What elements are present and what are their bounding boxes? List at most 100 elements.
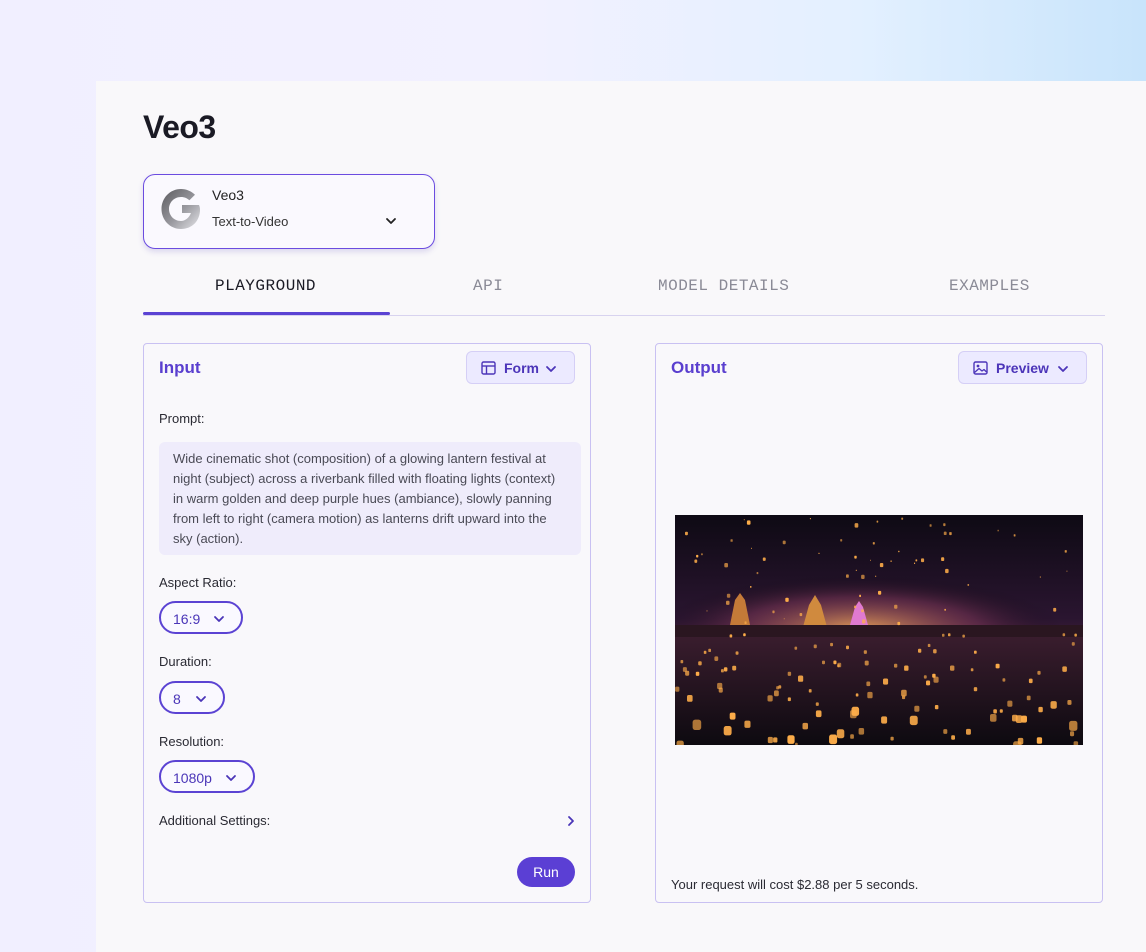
lantern (934, 705, 939, 710)
lantern (767, 695, 773, 702)
lantern (1070, 731, 1075, 737)
lantern (855, 569, 857, 571)
model-type: Text-to-Video (212, 214, 289, 229)
lantern (949, 532, 952, 536)
lantern (855, 693, 859, 697)
chevron-down-icon (196, 696, 206, 702)
lantern (714, 656, 719, 661)
lantern (723, 667, 728, 672)
lantern (923, 675, 927, 679)
lantern (730, 539, 733, 542)
output-video-preview[interactable] (675, 515, 1083, 745)
lantern (783, 618, 785, 620)
lantern (846, 645, 849, 650)
lantern (854, 555, 857, 559)
lantern (894, 663, 898, 668)
lantern (744, 621, 747, 624)
aspect-ratio-value: 16:9 (173, 611, 201, 627)
lantern (698, 661, 702, 666)
lantern (999, 709, 1003, 713)
resolution-select[interactable]: 1080p (159, 760, 255, 793)
lantern (854, 605, 857, 609)
preview-mode-label: Preview (996, 360, 1049, 376)
lantern (875, 575, 877, 577)
lantern (950, 665, 955, 671)
model-selector[interactable]: Veo3 Text-to-Video (143, 174, 435, 249)
lantern (872, 542, 875, 545)
lantern (861, 574, 865, 579)
lantern (694, 559, 698, 563)
lantern (1066, 570, 1068, 572)
table-icon (481, 361, 496, 375)
lantern (933, 649, 937, 654)
lantern (914, 562, 916, 564)
lantern (829, 734, 838, 745)
lantern (926, 680, 931, 686)
lantern (762, 557, 766, 561)
aspect-ratio-label: Aspect Ratio: (159, 575, 237, 590)
input-panel: Input Form Prompt: Wide cinematic shot (… (143, 343, 591, 903)
resolution-label: Resolution: (159, 734, 225, 749)
model-name: Veo3 (212, 187, 244, 203)
lantern (833, 660, 837, 665)
lantern (735, 651, 739, 655)
lantern (859, 594, 861, 597)
lantern (1073, 741, 1079, 745)
lantern (850, 734, 854, 739)
lantern (883, 678, 889, 685)
lantern (1062, 666, 1067, 672)
lantern (1017, 737, 1024, 745)
tab-model-details[interactable]: MODEL DETAILS (658, 277, 789, 295)
lantern (830, 642, 833, 647)
lantern (850, 710, 857, 719)
lantern (967, 584, 970, 586)
lantern (729, 634, 733, 638)
duration-select[interactable]: 8 (159, 681, 225, 714)
lantern (962, 634, 965, 638)
lantern (904, 665, 909, 671)
lantern (878, 590, 882, 595)
chevron-down-icon (214, 616, 224, 622)
cost-text: Your request will cost $2.88 per 5 secon… (671, 877, 919, 892)
lantern (854, 523, 859, 528)
lantern (870, 559, 871, 561)
chevron-right-icon[interactable] (564, 814, 578, 828)
lantern (1036, 737, 1043, 744)
aspect-ratio-select[interactable]: 16:9 (159, 601, 243, 634)
tab-api[interactable]: API (473, 277, 503, 295)
run-button[interactable]: Run (517, 857, 575, 887)
form-mode-button[interactable]: Form (466, 351, 575, 384)
lantern (921, 558, 925, 563)
lantern (995, 663, 1000, 669)
chevron-down-icon[interactable] (384, 214, 398, 228)
lantern (773, 737, 778, 743)
lantern (970, 668, 974, 672)
tab-playground[interactable]: PLAYGROUND (215, 277, 316, 295)
input-panel-title: Input (159, 358, 201, 377)
lantern (687, 695, 693, 702)
lantern (993, 709, 997, 714)
lantern (914, 705, 920, 712)
duration-value: 8 (173, 691, 181, 707)
lantern (696, 554, 699, 558)
chevron-down-icon (546, 366, 556, 372)
lantern (918, 648, 922, 653)
prompt-textarea[interactable]: Wide cinematic shot (composition) of a g… (159, 442, 581, 555)
lantern (680, 660, 684, 664)
lantern (802, 722, 808, 730)
lantern (1002, 678, 1006, 682)
lantern (774, 690, 779, 697)
lantern (933, 676, 939, 683)
lantern (864, 660, 869, 666)
resolution-value: 1080p (173, 770, 212, 786)
preview-mode-button[interactable]: Preview (958, 351, 1087, 384)
lantern (894, 604, 898, 609)
tab-examples[interactable]: EXAMPLES (949, 277, 1030, 295)
duration-label: Duration: (159, 654, 212, 669)
lantern (862, 619, 866, 624)
lantern (787, 671, 792, 676)
lantern (695, 671, 700, 676)
lantern (1062, 633, 1066, 637)
lantern (942, 633, 945, 637)
additional-settings-label[interactable]: Additional Settings: (159, 813, 270, 828)
